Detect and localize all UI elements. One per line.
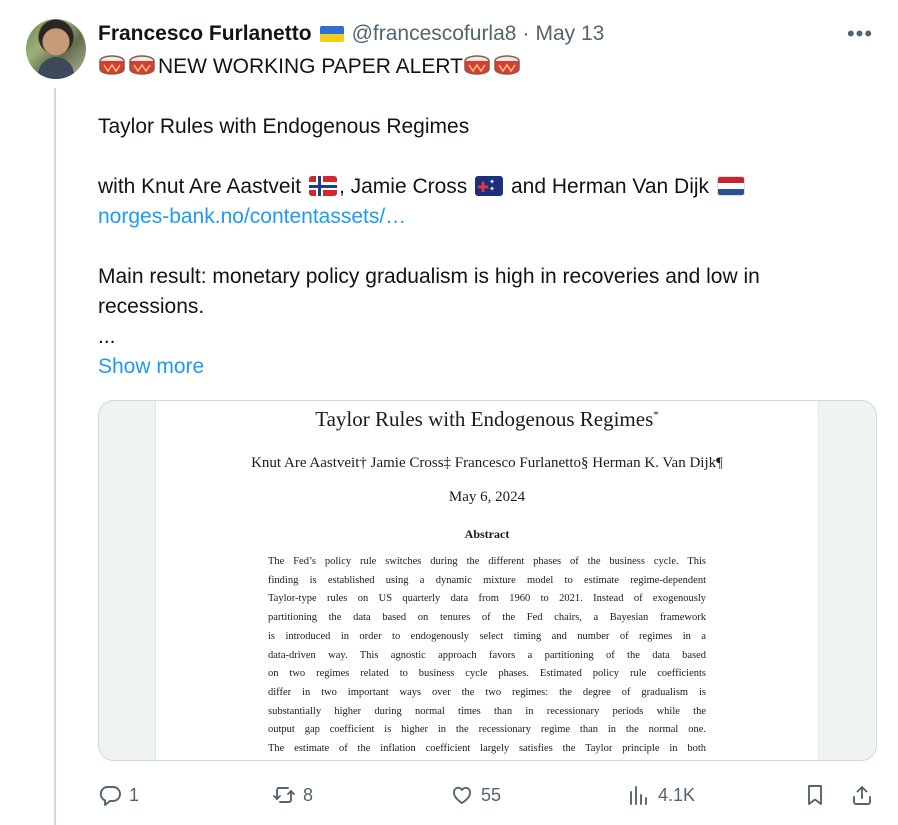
australia-flag-emoji [475, 176, 504, 196]
ellipsis-text: ... [98, 325, 116, 348]
abstract-heading: Abstract [464, 527, 510, 541]
abstract-line: output gap coefficient is higher in the … [268, 724, 706, 736]
drum-icon [494, 55, 520, 75]
abstract-line: data-driven way. This agnostic approach … [268, 649, 706, 661]
more-icon[interactable]: ••• [846, 21, 874, 46]
repost-button[interactable]: 8 [272, 778, 313, 812]
coauthor-2-text: , Jamie Cross [338, 175, 468, 198]
headline-text: NEW WORKING PAPER ALERT [158, 55, 463, 78]
main-result-text: Main result: monetary policy gradualism … [98, 265, 760, 318]
separator-dot: · [522, 22, 530, 45]
paper-image[interactable]: Taylor Rules with Endogenous Regimes* Kn… [98, 400, 877, 761]
paper-image-title: Taylor Rules with Endogenous Regimes* [315, 407, 659, 431]
abstract-text: The Fed’s policy rule switches during th… [268, 553, 706, 759]
drum-icon [129, 55, 155, 75]
action-bar: 1 8 55 4.1K [98, 778, 878, 812]
tweet-header: Francesco Furlanetto @francescofurla8 · … [98, 20, 878, 48]
like-button[interactable]: 55 [450, 778, 501, 812]
paper-image-authors: Knut Are Aastveit† Jamie Cross‡ Francesc… [251, 455, 723, 471]
abstract-line: finding is established using a dynamic m… [268, 574, 706, 586]
show-more-link[interactable]: Show more [98, 352, 204, 382]
coauthor-1-text: with Knut Are Aastveit [98, 175, 302, 198]
abstract-line: substantially higher during normal times… [268, 705, 706, 717]
abstract-line: differ in two important ways over the tw… [268, 686, 706, 698]
thread-line [54, 88, 56, 825]
share-button[interactable] [850, 778, 874, 812]
paper-link[interactable]: norges-bank.no/contentassets/… [98, 202, 858, 232]
drum-icon [99, 55, 125, 75]
abstract-line: partitioning the data based on tenures o… [268, 612, 706, 624]
author-name[interactable]: Francesco Furlanetto [98, 22, 312, 46]
views-count: 4.1K [658, 784, 696, 805]
tweet-headline-line: NEW WORKING PAPER ALERT [98, 52, 858, 82]
tweet-date[interactable]: May 13 [535, 22, 604, 46]
abstract-line: on two regimes related to business cycle… [268, 668, 706, 680]
share-icon [853, 786, 871, 805]
like-count: 55 [481, 784, 502, 805]
reply-count: 1 [129, 784, 140, 805]
views-icon [630, 786, 647, 805]
title-footnote-mark: * [653, 409, 659, 421]
ukraine-flag-emoji [319, 26, 344, 42]
repost-count: 8 [303, 784, 314, 805]
paper-title-text: Taylor Rules with Endogenous Regimes [98, 115, 470, 138]
paper-image-date: May 6, 2024 [448, 489, 526, 505]
repost-icon [273, 787, 295, 803]
drum-icon [464, 55, 490, 75]
paper-page: Taylor Rules with Endogenous Regimes* Kn… [156, 401, 818, 760]
coauthor-3-text: and Herman Van Dijk [505, 175, 710, 198]
abstract-line: The estimate of the inflation coefficien… [268, 743, 706, 755]
coauthors-line: with Knut Are Aastveit , Jamie Cross and… [98, 172, 858, 202]
reply-button[interactable]: 1 [98, 778, 139, 812]
author-handle[interactable]: @francescofurla8 [352, 22, 517, 46]
abstract-line: The Fed’s policy rule switches during th… [268, 556, 706, 567]
reply-icon [99, 786, 121, 806]
netherlands-flag-emoji [716, 176, 745, 196]
avatar[interactable] [26, 19, 86, 79]
abstract-line: is introduced in order to endogenously s… [268, 630, 706, 642]
like-icon [453, 786, 471, 804]
bookmark-icon [808, 785, 822, 805]
views-button[interactable]: 4.1K [627, 778, 695, 812]
norway-flag-emoji [308, 176, 337, 196]
bookmark-button[interactable] [803, 778, 827, 812]
abstract-line: Taylor-type rules on US quarterly data f… [268, 593, 706, 605]
